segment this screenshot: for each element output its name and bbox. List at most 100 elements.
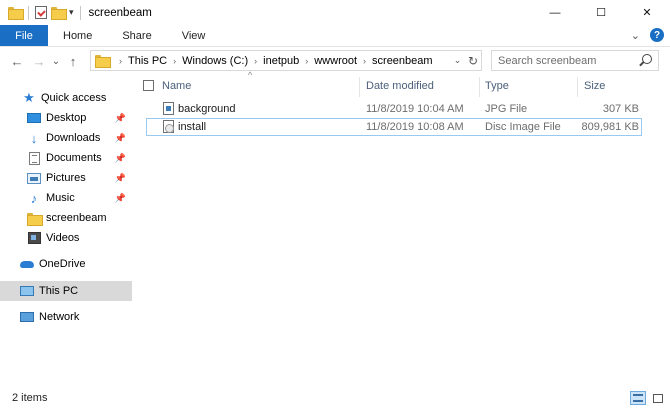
- onedrive-icon-wrapper: [20, 258, 34, 271]
- pin-icon: 📌: [114, 172, 126, 183]
- breadcrumb-screenbeam[interactable]: screenbeam: [372, 55, 433, 67]
- folder-icon: [95, 55, 111, 68]
- select-all-checkbox[interactable]: [143, 80, 154, 91]
- refresh-icon[interactable]: ↻: [465, 54, 481, 68]
- search-input[interactable]: [498, 54, 634, 67]
- nav-item-network[interactable]: Network: [0, 307, 132, 327]
- breadcrumb-chevron-icon[interactable]: ›: [254, 56, 257, 66]
- downloads-icon: ↓: [30, 130, 38, 146]
- large-icons-view-glyph: [653, 393, 663, 403]
- breadcrumb-this-pc[interactable]: This PC: [128, 55, 167, 67]
- computer-icon: [20, 286, 34, 296]
- minimize-button[interactable]: —: [532, 0, 578, 25]
- nav-label: Network: [39, 311, 80, 323]
- back-button[interactable]: ←: [6, 50, 28, 72]
- new-folder-icon[interactable]: [51, 7, 67, 20]
- nav-label: This PC: [39, 285, 79, 297]
- nav-quick-access[interactable]: ★ Quick access: [0, 88, 132, 108]
- details-view-glyph: [633, 394, 643, 402]
- search-icon[interactable]: [642, 54, 652, 64]
- address-bar[interactable]: › This PC › Windows (C:) › inetpub › www…: [90, 50, 482, 71]
- navigation-pane: ★ Quick access Desktop 📌 ↓ Downloads 📌 D…: [0, 76, 132, 386]
- file-row-install[interactable]: install 11/8/2019 10:08 AM Disc Image Fi…: [146, 118, 642, 136]
- pin-icon: 📌: [114, 132, 126, 143]
- up-button[interactable]: ↑: [62, 50, 84, 72]
- file-date-modified: 11/8/2019 10:04 AM: [366, 103, 464, 115]
- large-icons-view-icon[interactable]: [650, 391, 666, 405]
- close-button[interactable]: ✕: [624, 0, 670, 25]
- nav-item-screenbeam[interactable]: screenbeam: [0, 208, 132, 228]
- column-divider[interactable]: [479, 77, 480, 97]
- pin-icon: 📌: [114, 192, 126, 203]
- breadcrumb-chevron-icon[interactable]: ›: [305, 56, 308, 66]
- window-title: screenbeam: [88, 6, 152, 19]
- file-name: background: [178, 103, 236, 115]
- breadcrumb-windows-c[interactable]: Windows (C:): [182, 55, 248, 67]
- nav-label: Quick access: [41, 92, 107, 104]
- title-bar: ▾ screenbeam — ☐ ✕: [0, 0, 670, 25]
- breadcrumb-chevron-icon[interactable]: ›: [363, 56, 366, 66]
- window-controls: — ☐ ✕: [532, 0, 670, 25]
- breadcrumb-inetpub[interactable]: inetpub: [263, 55, 299, 67]
- expand-ribbon-icon[interactable]: ⌄: [631, 29, 640, 42]
- forward-button[interactable]: →: [28, 50, 50, 72]
- details-view-icon[interactable]: [630, 391, 646, 405]
- tab-share[interactable]: Share: [107, 25, 166, 46]
- network-icon: [20, 312, 34, 322]
- nav-item-documents[interactable]: Documents 📌: [0, 148, 132, 168]
- ribbon-tabs: File Home Share View ⌄ ?: [0, 25, 670, 47]
- recent-locations-button[interactable]: ⌄: [50, 50, 62, 72]
- maximize-button[interactable]: ☐: [578, 0, 624, 25]
- status-bar: 2 items: [0, 386, 670, 410]
- nav-item-this-pc[interactable]: This PC: [0, 281, 132, 301]
- nav-item-videos[interactable]: Videos: [0, 228, 132, 248]
- pictures-icon-wrapper: [27, 172, 41, 185]
- folder-icon-wrapper: [27, 212, 43, 226]
- column-divider[interactable]: [359, 77, 360, 97]
- column-header-size[interactable]: Size: [584, 74, 644, 98]
- nav-label: Documents: [46, 152, 102, 164]
- column-divider[interactable]: [577, 77, 578, 97]
- folder-icon[interactable]: [8, 7, 24, 20]
- cloud-icon: [20, 260, 34, 268]
- column-header-type[interactable]: Type: [485, 74, 577, 98]
- file-type: JPG File: [485, 103, 528, 115]
- tab-file[interactable]: File: [0, 25, 48, 46]
- toolbar-divider: [28, 5, 29, 20]
- column-header-name[interactable]: Name: [162, 74, 358, 98]
- pictures-icon: [27, 172, 41, 184]
- search-box[interactable]: [491, 50, 659, 71]
- file-list: ^ Name Date modified Type Size backgroun…: [140, 70, 670, 384]
- music-icon: ♪: [30, 190, 38, 206]
- tab-view[interactable]: View: [167, 25, 221, 46]
- desktop-icon: [27, 113, 41, 123]
- column-header-label: Type: [485, 80, 509, 92]
- breadcrumb-chevron-icon[interactable]: ›: [173, 56, 176, 66]
- nav-label: Videos: [46, 232, 80, 244]
- nav-item-pictures[interactable]: Pictures 📌: [0, 168, 132, 188]
- breadcrumb-wwwroot[interactable]: wwwroot: [314, 55, 357, 67]
- nav-item-downloads[interactable]: ↓ Downloads 📌: [0, 128, 132, 148]
- disc-image-icon: [163, 120, 174, 133]
- documents-icon-wrapper: [27, 151, 41, 165]
- network-icon-wrapper: [20, 311, 34, 324]
- customize-dropdown-icon[interactable]: ▾: [69, 7, 74, 18]
- file-row-background[interactable]: background 11/8/2019 10:04 AM JPG File 3…: [146, 100, 642, 118]
- nav-label: Downloads: [46, 132, 101, 144]
- image-file-icon: [163, 102, 174, 115]
- file-size: 809,981 KB: [581, 121, 640, 133]
- column-header-date-modified[interactable]: Date modified: [366, 74, 478, 98]
- nav-item-onedrive[interactable]: OneDrive: [0, 254, 132, 274]
- address-dropdown-icon[interactable]: ⌄: [449, 55, 465, 66]
- videos-icon-wrapper: [27, 232, 41, 245]
- file-type: Disc Image File: [485, 121, 561, 133]
- nav-item-music[interactable]: ♪ Music 📌: [0, 188, 132, 208]
- file-name: install: [178, 121, 207, 133]
- breadcrumb-chevron-icon[interactable]: ›: [119, 56, 122, 66]
- nav-label: OneDrive: [39, 258, 86, 270]
- help-icon[interactable]: ?: [650, 28, 664, 42]
- nav-item-desktop[interactable]: Desktop 📌: [0, 108, 132, 128]
- nav-label: screenbeam: [46, 212, 107, 224]
- tab-home[interactable]: Home: [48, 25, 107, 46]
- properties-icon[interactable]: [35, 6, 47, 19]
